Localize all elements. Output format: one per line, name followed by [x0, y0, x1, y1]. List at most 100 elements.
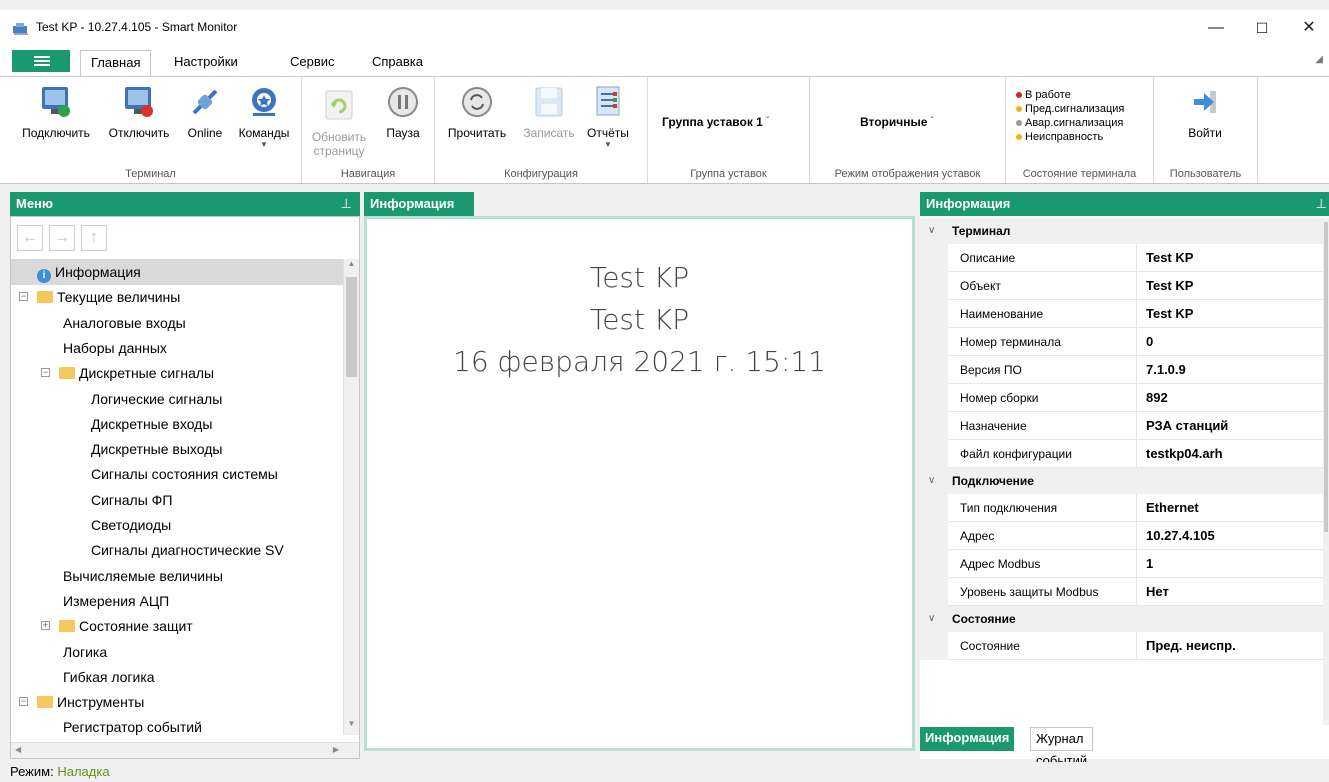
ribbon-collapse-icon[interactable]: ◢: [1315, 54, 1323, 65]
tree-item[interactable]: Сигналы состояния системы: [11, 461, 343, 487]
tree-item[interactable]: Гибкая логика: [11, 664, 343, 690]
tree-item[interactable]: Вычисляемые величины: [11, 563, 343, 589]
refresh-page-button[interactable]: Обновить страницу: [308, 89, 370, 158]
tree-item[interactable]: − Инструменты: [11, 689, 343, 715]
scroll-thumb[interactable]: [346, 277, 357, 377]
property-row[interactable]: Тип подключения Ethernet: [948, 494, 1323, 522]
display-mode-chevron-icon: ˇ: [930, 116, 934, 125]
state-item-working: В работе: [1016, 88, 1071, 102]
tree-item[interactable]: Логика: [11, 639, 343, 665]
tree-item[interactable]: Логические сигналы: [11, 386, 343, 412]
commands-button[interactable]: Команды ▼: [232, 85, 296, 149]
tree-item-label: Текущие величины: [57, 289, 181, 306]
property-row[interactable]: Объект Test KP: [948, 272, 1323, 300]
property-row[interactable]: Назначение РЗА станций: [948, 412, 1323, 440]
tree-item[interactable]: Измерения АЦП: [11, 588, 343, 614]
ribbon-tab-bar: Главная Настройки Сервис Справка ◢: [0, 46, 1329, 76]
tree-item[interactable]: Дискретные выходы: [11, 436, 343, 462]
property-value: Test KP: [1146, 250, 1194, 265]
property-row[interactable]: Номер сборки 892: [948, 384, 1323, 412]
tree-item[interactable]: i Информация: [11, 259, 343, 285]
tree-item-label: Дискретные входы: [91, 415, 213, 432]
refresh-icon: [325, 90, 353, 120]
tree-item[interactable]: Аналоговые входы: [11, 310, 343, 336]
tree-vertical-scrollbar[interactable]: ▲ ▼: [343, 259, 359, 735]
tab-info-document[interactable]: Информация: [364, 192, 474, 216]
property-category-name: Подключение: [952, 474, 1034, 488]
display-mode-dropdown[interactable]: Вторичные ˇ: [860, 115, 933, 129]
maximize-button[interactable]: ☐: [1242, 16, 1282, 40]
pin-icon[interactable]: ⊥: [1316, 192, 1327, 216]
chevron-down-icon[interactable]: ∨: [928, 218, 935, 244]
property-row[interactable]: Файл конфигурации testkp04.arh: [948, 440, 1323, 468]
tree-item-label: Логика: [63, 643, 108, 660]
login-button[interactable]: Войти: [1180, 85, 1230, 140]
tree-item[interactable]: − Текущие величины: [11, 284, 343, 310]
chevron-down-icon[interactable]: ∨: [928, 468, 935, 494]
info-panel-header: Информация ⊥: [920, 192, 1329, 216]
group-label-setting-group: Группа уставок: [690, 168, 767, 180]
close-button[interactable]: ✕: [1289, 16, 1329, 40]
property-row[interactable]: Описание Test KP: [948, 244, 1323, 272]
property-category[interactable]: ∨ Терминал: [920, 218, 1323, 244]
info-icon: i: [37, 269, 51, 283]
ribbon-group-settings-group: Группа уставок 1 ˇ Группа уставок: [648, 77, 810, 183]
info-object: Test KP: [589, 303, 690, 336]
up-arrow-icon[interactable]: ↑: [81, 225, 107, 251]
tab-settings[interactable]: Настройки: [164, 50, 248, 76]
chevron-down-icon[interactable]: ∨: [928, 606, 935, 632]
tree-item[interactable]: Сигналы диагностические SV: [11, 537, 343, 563]
window-title: Test KP - 10.27.4.105 - Smart Monitor: [36, 20, 238, 34]
setting-group-dropdown[interactable]: Группа уставок 1 ˇ: [662, 115, 769, 129]
collapse-icon[interactable]: −: [19, 697, 28, 707]
tab-main[interactable]: Главная: [80, 50, 152, 76]
pause-button[interactable]: Пауза: [378, 85, 428, 140]
tree-item[interactable]: Светодиоды: [11, 512, 343, 538]
scroll-thumb[interactable]: [1324, 222, 1328, 532]
minimize-button[interactable]: —: [1196, 16, 1236, 40]
property-value: Ethernet: [1146, 500, 1199, 515]
online-button[interactable]: Online: [180, 85, 230, 140]
property-row[interactable]: Уровень защиты Modbus Нет: [948, 578, 1323, 606]
expand-icon[interactable]: +: [41, 621, 50, 631]
app-menu-button[interactable]: [12, 50, 70, 72]
property-grid-scrollbar[interactable]: [1323, 218, 1329, 725]
tree-item-label: Сигналы диагностические SV: [91, 542, 284, 559]
collapse-icon[interactable]: −: [19, 292, 28, 302]
disconnect-button[interactable]: Отключить: [104, 85, 174, 140]
property-name: Номер терминала: [960, 335, 1061, 349]
pin-icon[interactable]: ⊥: [341, 192, 352, 216]
tab-help[interactable]: Справка: [362, 50, 433, 76]
tree-item[interactable]: + Состояние защит: [11, 613, 343, 639]
property-row[interactable]: Адрес 10.27.4.105: [948, 522, 1323, 550]
tab-service[interactable]: Сервис: [280, 50, 345, 76]
tab-information[interactable]: Информация: [920, 727, 1015, 751]
property-row[interactable]: Состояние Пред. неиспр.: [948, 632, 1323, 660]
connect-button[interactable]: Подключить: [20, 85, 92, 140]
property-category[interactable]: ∨ Подключение: [920, 468, 1323, 494]
property-row[interactable]: Адрес Modbus 1: [948, 550, 1323, 578]
tree-horizontal-scrollbar[interactable]: ◀ ▶: [11, 742, 359, 758]
property-row[interactable]: Номер терминала 0: [948, 328, 1323, 356]
tree-item[interactable]: Сигналы ФП: [11, 487, 343, 513]
tree-item[interactable]: Регистратор событий: [11, 714, 343, 735]
gray-dot-icon: [1016, 120, 1022, 127]
tab-event-log[interactable]: Журнал событий: [1030, 727, 1094, 768]
forward-arrow-icon[interactable]: →: [49, 225, 75, 251]
tree-item[interactable]: Наборы данных: [11, 335, 343, 361]
property-row[interactable]: Наименование Test KP: [948, 300, 1323, 328]
read-icon: [462, 87, 492, 117]
app-icon: [13, 23, 28, 35]
property-value: Test KP: [1146, 278, 1194, 293]
read-button[interactable]: Прочитать: [441, 85, 513, 140]
reports-button[interactable]: Отчёты ▼: [583, 85, 633, 149]
property-row[interactable]: Версия ПО 7.1.0.9: [948, 356, 1323, 384]
property-value: Нет: [1146, 584, 1169, 599]
tree-item[interactable]: − Дискретные сигналы: [11, 360, 343, 386]
disconnect-icon: [125, 87, 153, 117]
collapse-icon[interactable]: −: [41, 368, 50, 378]
property-category[interactable]: ∨ Состояние: [920, 606, 1323, 632]
write-button[interactable]: Записать: [519, 85, 579, 140]
back-arrow-icon[interactable]: ←: [17, 225, 43, 251]
tree-item[interactable]: Дискретные входы: [11, 411, 343, 437]
